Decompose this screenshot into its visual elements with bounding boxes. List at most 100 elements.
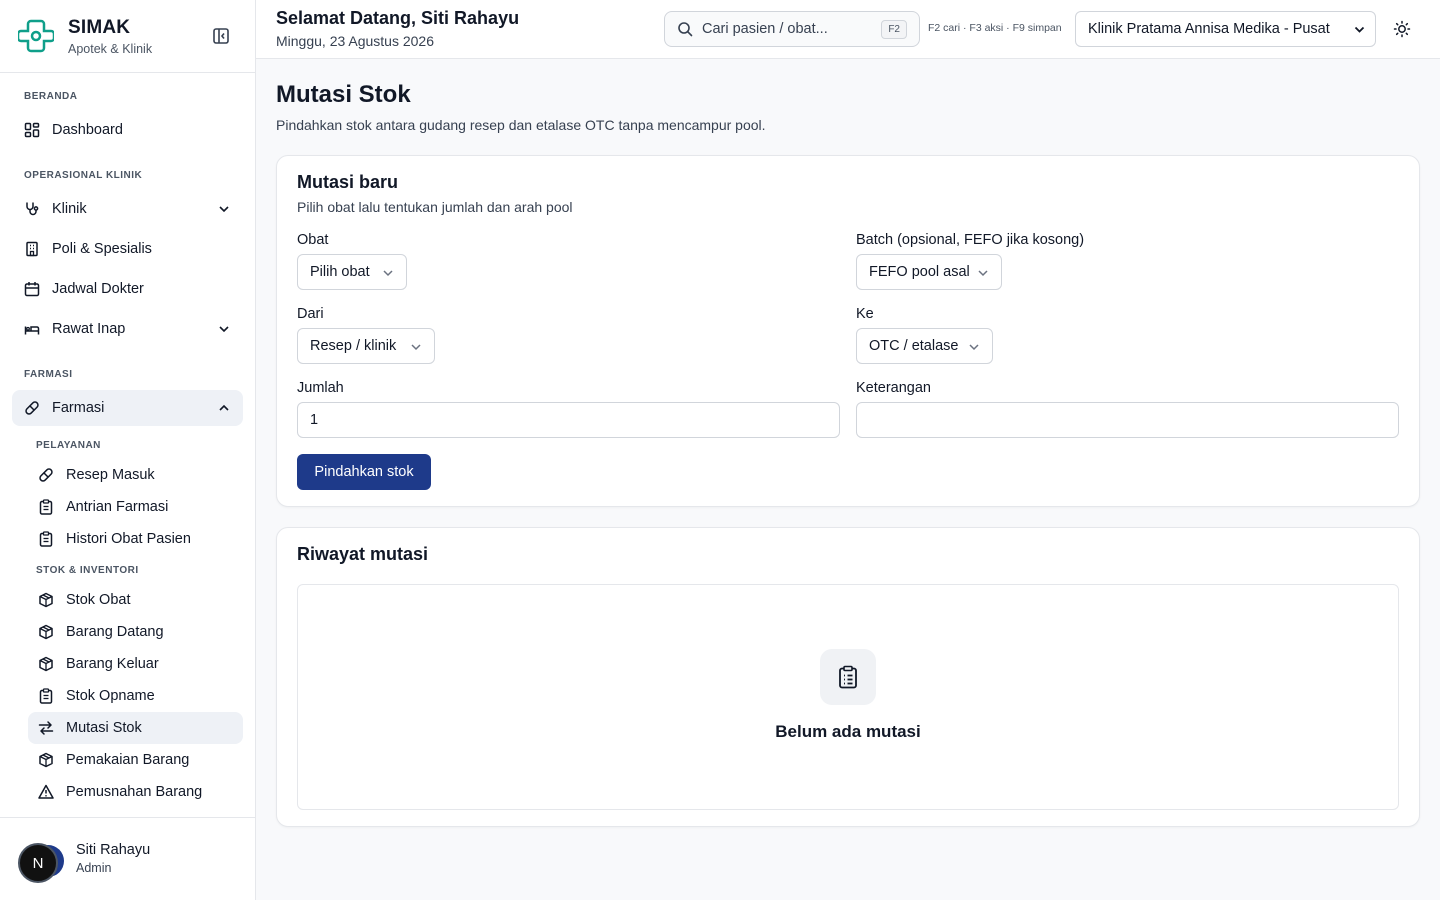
sidebar-item-pemakaian-barang[interactable]: Pemakaian Barang xyxy=(28,744,243,776)
chevron-down-icon xyxy=(978,270,988,277)
keyboard-shortcuts-hint: F2 cari · F3 aksi · F9 simpan xyxy=(928,22,1062,34)
bed-icon xyxy=(24,321,40,337)
top-header: Selamat Datang, Siti Rahayu Minggu, 23 A… xyxy=(256,0,1440,59)
sidebar-item-label: Stok Opname xyxy=(66,688,155,704)
sidebar-item-dashboard[interactable]: Dashboard xyxy=(12,112,243,148)
sun-icon[interactable] xyxy=(1393,20,1411,38)
sidebar-item-label: Histori Obat Pasien xyxy=(66,531,191,547)
chevron-up-icon xyxy=(219,404,229,411)
clinic-select[interactable]: Klinik Pratama Annisa Medika - Pusat xyxy=(1075,11,1376,47)
section-label-operasional: OPERASIONAL KLINIK xyxy=(24,170,143,181)
greeting: Selamat Datang, Siti Rahayu xyxy=(276,8,520,28)
search-icon xyxy=(677,21,693,37)
batch-label: Batch (opsional, FEFO jika kosong) xyxy=(856,232,1085,248)
obat-select-value: Pilih obat xyxy=(310,264,370,280)
page-title: Mutasi Stok xyxy=(276,81,411,108)
clipboard-icon xyxy=(38,688,54,704)
chevron-down-icon xyxy=(969,344,979,351)
card-subtitle: Pilih obat lalu tentukan jumlah dan arah… xyxy=(297,199,573,215)
keterangan-label: Keterangan xyxy=(856,380,931,396)
pill-icon xyxy=(38,467,54,483)
keterangan-input[interactable] xyxy=(856,402,1399,438)
subsection-label-stok: STOK & INVENTORI xyxy=(36,565,139,576)
sidebar-item-resep-masuk[interactable]: Resep Masuk xyxy=(28,459,243,491)
dari-select-value: Resep / klinik xyxy=(310,338,397,354)
ke-select[interactable]: OTC / etalase xyxy=(856,328,993,364)
sidebar-item-stok-obat[interactable]: Stok Obat xyxy=(28,584,243,616)
obat-select[interactable]: Pilih obat xyxy=(297,254,407,290)
current-date: Minggu, 23 Agustus 2026 xyxy=(276,33,435,49)
sidebar-item-barang-keluar[interactable]: Barang Keluar xyxy=(28,648,243,680)
sidebar-item-label: Pemakaian Barang xyxy=(66,752,190,768)
sidebar-item-antrian-farmasi[interactable]: Antrian Farmasi xyxy=(28,491,243,523)
calendar-icon xyxy=(24,281,40,297)
dari-label: Dari xyxy=(297,306,324,322)
pill-icon xyxy=(24,400,40,416)
box-icon xyxy=(38,624,54,640)
sidebar-item-label: Stok Obat xyxy=(66,592,131,608)
chevron-down-icon xyxy=(411,344,421,351)
stethoscope-icon xyxy=(24,201,40,217)
user-profile[interactable]: N Siti Rahayu Admin xyxy=(0,817,255,900)
sidebar-item-histori-obat[interactable]: Histori Obat Pasien xyxy=(28,523,243,555)
building-icon xyxy=(24,241,40,257)
dashboard-icon xyxy=(24,122,40,138)
avatar-initial[interactable]: N xyxy=(18,843,58,883)
sidebar-item-barang-datang[interactable]: Barang Datang xyxy=(28,616,243,648)
sidebar-item-label: Jadwal Dokter xyxy=(52,281,144,297)
sidebar-item-poli[interactable]: Poli & Spesialis xyxy=(12,231,243,267)
sidebar-item-pemusnahan-barang[interactable]: Pemusnahan Barang xyxy=(28,776,243,808)
card-title: Riwayat mutasi xyxy=(297,544,429,564)
sidebar-item-farmasi[interactable]: Farmasi xyxy=(12,390,243,426)
sidebar-item-label: Dashboard xyxy=(52,122,123,138)
clipboard-icon xyxy=(38,531,54,547)
brand-subtitle: Apotek & Klinik xyxy=(68,41,153,56)
empty-state-text: Belum ada mutasi xyxy=(775,722,921,741)
clinic-select-value: Klinik Pratama Annisa Medika - Pusat xyxy=(1088,21,1330,37)
sidebar-item-label: Barang Keluar xyxy=(66,656,159,672)
sidebar-item-stok-opname[interactable]: Stok Opname xyxy=(28,680,243,712)
chevron-down-icon xyxy=(219,326,229,333)
user-role: Admin xyxy=(76,861,112,875)
sidebar-item-label: Antrian Farmasi xyxy=(66,499,169,515)
obat-label: Obat xyxy=(297,232,329,248)
subsection-label-pelayanan: PELAYANAN xyxy=(36,440,101,451)
ke-select-value: OTC / etalase xyxy=(869,338,959,354)
dari-select[interactable]: Resep / klinik xyxy=(297,328,435,364)
box-icon xyxy=(38,592,54,608)
sidebar-item-jadwal[interactable]: Jadwal Dokter xyxy=(12,271,243,307)
sidebar-item-label: Barang Datang xyxy=(66,624,164,640)
sidebar-collapse-icon[interactable] xyxy=(212,27,230,45)
pindahkan-stok-button[interactable]: Pindahkan stok xyxy=(297,454,431,490)
batch-select[interactable]: FEFO pool asal xyxy=(856,254,1002,290)
sidebar-item-mutasi-stok[interactable]: Mutasi Stok xyxy=(28,712,243,744)
brand-logo-icon xyxy=(18,19,54,53)
new-mutation-card: Mutasi baru Pilih obat lalu tentukan jum… xyxy=(276,155,1420,507)
chevron-down-icon xyxy=(1354,26,1365,33)
search-input[interactable]: Cari pasien / obat... F2 xyxy=(664,11,920,47)
clipboard-icon xyxy=(38,499,54,515)
mutation-history-card: Riwayat mutasi Belum ada mutasi xyxy=(276,527,1420,827)
ke-label: Ke xyxy=(856,306,874,322)
box-icon xyxy=(38,752,54,768)
jumlah-input[interactable]: 1 xyxy=(297,402,840,438)
user-name: Siti Rahayu xyxy=(76,842,151,858)
sidebar-item-label: Klinik xyxy=(52,201,87,217)
search-placeholder: Cari pasien / obat... xyxy=(702,21,828,37)
sidebar-item-label: Rawat Inap xyxy=(52,321,126,337)
clipboard-list-icon xyxy=(820,649,876,705)
empty-state: Belum ada mutasi xyxy=(297,584,1399,810)
sidebar-item-label: Resep Masuk xyxy=(66,467,155,483)
brand: SIMAK Apotek & Klinik xyxy=(0,0,255,73)
sidebar-item-label: Poli & Spesialis xyxy=(52,241,152,257)
card-title: Mutasi baru xyxy=(297,172,399,192)
section-label-beranda: BERANDA xyxy=(24,91,78,102)
sidebar-item-klinik[interactable]: Klinik xyxy=(12,191,243,227)
sidebar-item-label: Pemusnahan Barang xyxy=(66,784,203,800)
sidebar-item-rawat-inap[interactable]: Rawat Inap xyxy=(12,311,243,347)
brand-title: SIMAK xyxy=(68,16,131,38)
batch-select-value: FEFO pool asal xyxy=(869,264,970,280)
jumlah-input-value: 1 xyxy=(310,412,319,428)
section-label-farmasi: FARMASI xyxy=(24,369,73,380)
chevron-down-icon xyxy=(383,270,393,277)
